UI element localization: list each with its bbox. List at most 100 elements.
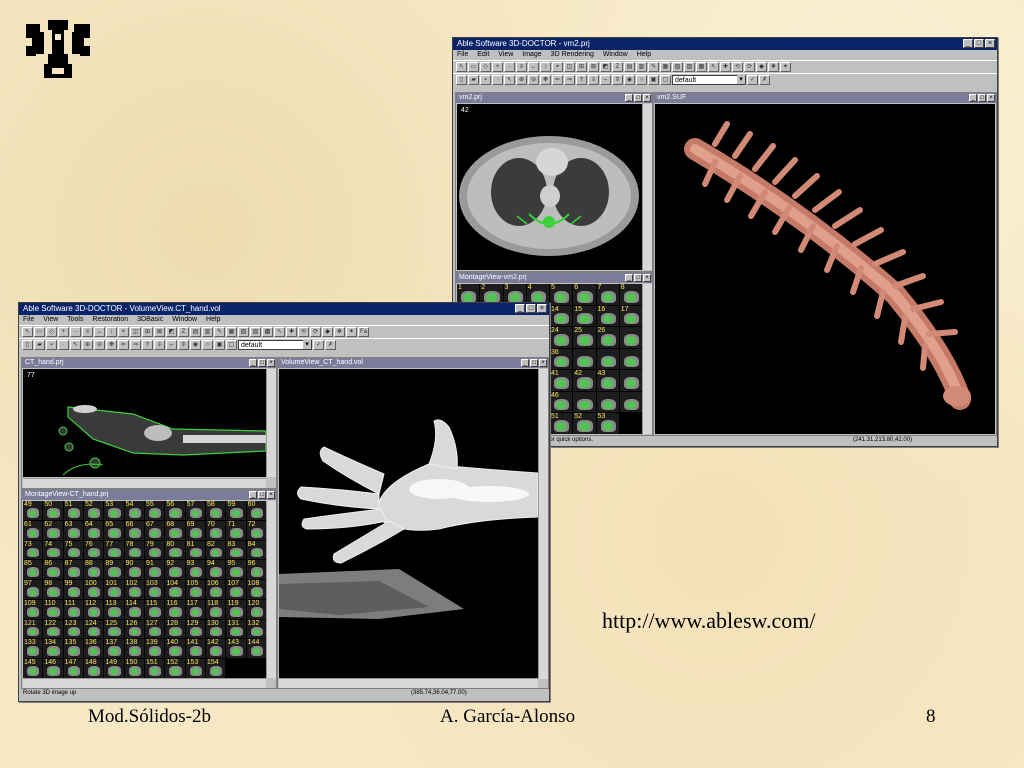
tool-button[interactable]: ▤ [624,62,635,72]
montage-cell[interactable]: 79 [145,540,165,560]
ct-slice-image[interactable]: 77 [23,369,266,477]
montage-cell[interactable]: 148 [84,659,104,678]
tool-button[interactable]: ↔ [94,327,105,337]
montage-cell[interactable]: 63 [63,520,83,540]
montage-cell[interactable]: 54 [124,501,144,520]
tool-button[interactable]: ❖ [334,327,345,337]
montage-cell[interactable]: 126 [124,619,144,639]
tool-button[interactable]: ▦ [226,327,237,337]
montage-cell[interactable]: 16 [596,305,619,327]
montage-cell[interactable]: 133 [23,639,43,659]
montage-cell[interactable]: 105 [185,580,205,599]
montage-cell[interactable]: 43 [596,370,619,391]
tool-button[interactable]: ✦ [780,62,791,72]
montage-cell[interactable] [619,391,642,413]
menu-file[interactable]: File [457,51,468,58]
minimize-button[interactable]: _ [521,359,529,367]
montage-cell[interactable]: 93 [185,560,205,580]
close-button[interactable]: × [987,94,995,102]
tool-button[interactable]: ◩ [600,62,611,72]
tool-button[interactable]: - [504,62,515,72]
montage-cell[interactable]: 146 [43,659,63,678]
montage-cell[interactable]: 117 [185,599,205,619]
montage-cell[interactable]: 75 [63,540,83,560]
menu-help[interactable]: Help [637,51,651,58]
tool-button[interactable]: ◆ [756,62,767,72]
maximize-button[interactable]: □ [258,359,266,367]
tool-button[interactable]: ▢ [660,75,671,85]
montage-grid[interactable]: 49 50 51 52 53 54 55 56 57 58 59 60 61 62 63 64 65 66 67 68… [23,501,266,678]
tool-button[interactable]: ⊞ [142,327,153,337]
montage-cell[interactable] [596,348,619,370]
menu-3dbasic[interactable]: 3DBasic [137,316,163,323]
tool-button[interactable]: ◆ [322,327,333,337]
tool-button[interactable]: ⇒ [130,340,141,350]
montage-cell[interactable]: 89 [104,560,124,580]
montage-cell[interactable]: 74 [43,540,63,560]
montage-cell[interactable]: 131 [226,619,246,639]
montage-cell[interactable]: 73 [23,540,43,560]
montage-cell[interactable]: 81 [185,540,205,560]
maximize-button[interactable]: □ [258,491,266,499]
tool-button[interactable]: ▤ [190,327,201,337]
montage-cell[interactable]: 113 [104,599,124,619]
montage-cell[interactable]: 116 [165,599,185,619]
montage-cell[interactable] [619,348,642,370]
montage-cell[interactable]: 115 [145,599,165,619]
montage-cell[interactable]: 26 [596,327,619,348]
tool-button[interactable]: · [492,75,503,85]
minimize-button[interactable]: _ [625,94,633,102]
montage-cell[interactable] [619,327,642,348]
montage-cell[interactable]: 141 [185,639,205,659]
montage-cell[interactable]: 149 [104,659,124,678]
new-file-icon[interactable]: ▯ [22,340,33,350]
vertical-scrollbar[interactable] [642,284,652,434]
montage-cell[interactable]: 55 [145,501,165,520]
montage-cell[interactable]: 124 [84,619,104,639]
montage-cell[interactable]: 118 [206,599,226,619]
save-icon[interactable]: ▪ [46,340,57,350]
tool-button[interactable]: ❖ [768,62,779,72]
montage-cell[interactable] [596,391,619,413]
montage-cell[interactable]: 119 [226,599,246,619]
montage-cell[interactable]: 97 [23,580,43,599]
montage-cell[interactable]: 42 [573,370,596,391]
save-icon[interactable]: ▪ [480,75,491,85]
vertical-scrollbar[interactable] [642,104,652,270]
close-button[interactable]: × [267,359,275,367]
tool-button[interactable]: ▭ [34,327,45,337]
montage-cell[interactable]: 88 [84,560,104,580]
menu-restoration[interactable]: Restoration [92,316,128,323]
close-button[interactable]: × [985,39,995,48]
montage-cell[interactable]: 49 [23,501,43,520]
menu-window[interactable]: Window [172,316,197,323]
tool-button[interactable]: ◇ [480,62,491,72]
montage-cell[interactable]: 53 [104,501,124,520]
menu-image[interactable]: Image [522,51,541,58]
tool-button[interactable]: ⇐ [552,75,563,85]
montage-cell[interactable]: 77 [104,540,124,560]
montage-cell[interactable]: 56 [165,501,185,520]
tool-button[interactable]: ▥ [636,62,647,72]
tool-button[interactable]: ▩ [696,62,707,72]
montage-cell[interactable]: 103 [145,580,165,599]
montage-cell[interactable]: 36 [550,348,573,370]
montage-cell[interactable]: 85 [23,560,43,580]
maximize-button[interactable]: □ [526,304,536,313]
tool-button[interactable]: ⊞ [576,62,587,72]
vertical-scrollbar[interactable] [266,369,276,477]
close-button[interactable]: × [643,94,651,102]
minimize-button[interactable]: _ [969,94,977,102]
montage-cell[interactable]: 5 [550,284,573,305]
tool-button[interactable]: ⇒ [564,75,575,85]
montage-cell[interactable]: 50 [43,501,63,520]
montage-cell[interactable]: 57 [185,501,205,520]
montage-cell[interactable]: 8 [619,284,642,305]
tool-button[interactable]: ▣ [214,340,225,350]
montage-cell[interactable]: 76 [84,540,104,560]
pan-icon[interactable]: ✥ [540,75,551,85]
montage-cell[interactable]: 104 [165,580,185,599]
montage-cell[interactable]: 86 [43,560,63,580]
minimize-button[interactable]: _ [625,274,633,282]
3d-surface-render[interactable] [655,104,995,434]
